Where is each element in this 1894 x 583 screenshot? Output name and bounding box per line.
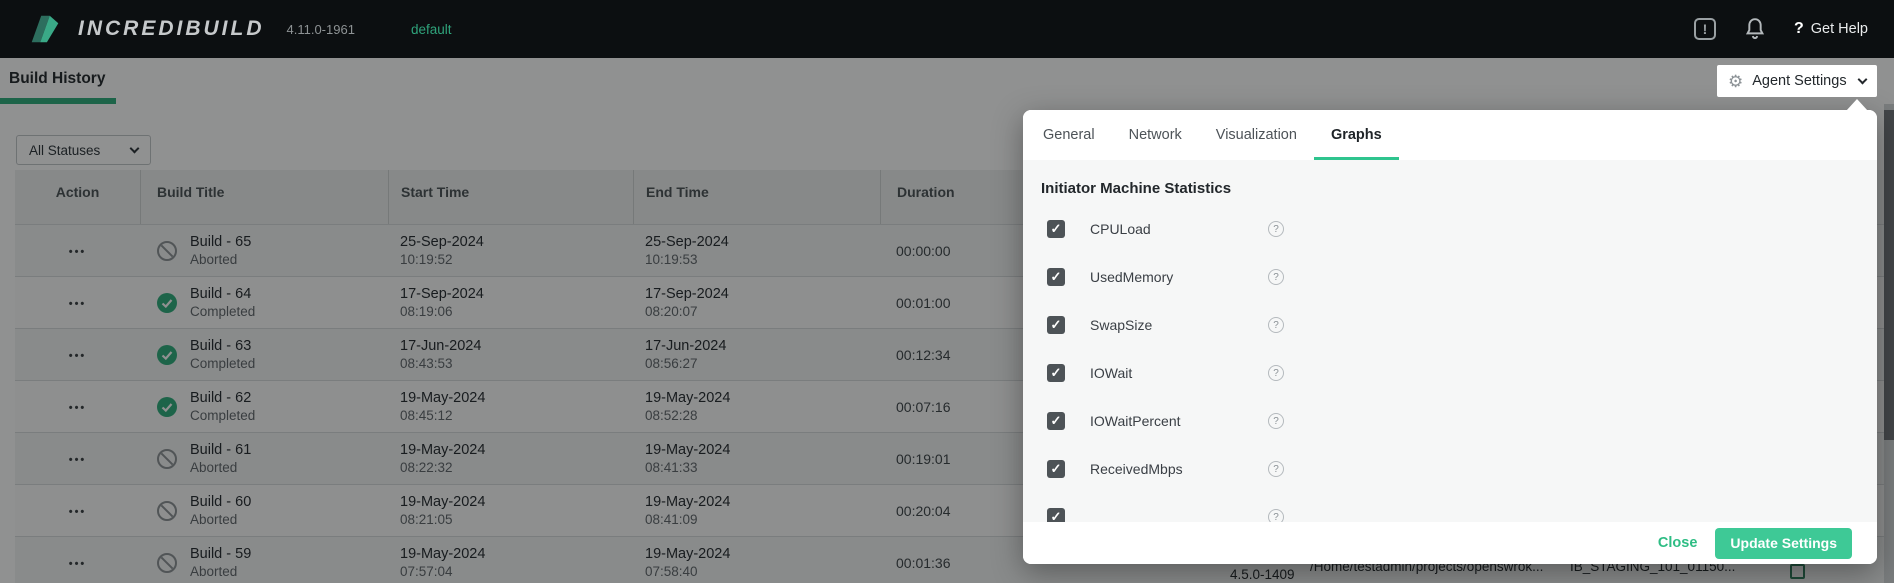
tab-general[interactable]: General	[1043, 110, 1095, 160]
app-version: 4.11.0-1961	[287, 22, 355, 37]
graph-option-usedmemory: ✓ UsedMemory ?	[1041, 253, 1361, 301]
tab-visualization[interactable]: Visualization	[1216, 110, 1297, 160]
checkbox-checked[interactable]: ✓	[1047, 460, 1065, 478]
incredibuild-logo: INCREDIBUILD 4.11.0-1961	[26, 10, 355, 48]
help-circle-icon[interactable]: ?	[1268, 365, 1284, 381]
section-title: Initiator Machine Statistics	[1041, 180, 1877, 197]
notifications-bell-icon[interactable]	[1744, 17, 1766, 41]
help-circle-icon[interactable]: ?	[1268, 317, 1284, 333]
environment-link[interactable]: default	[411, 22, 452, 37]
help-circle-icon[interactable]: ?	[1268, 461, 1284, 477]
agent-settings-panel: General Network Visualization Graphs Ini…	[1023, 110, 1877, 564]
graph-option-partial: ✓ ?	[1041, 493, 1361, 522]
update-settings-button[interactable]: Update Settings	[1715, 528, 1852, 559]
get-help-link[interactable]: ? Get Help	[1794, 20, 1868, 38]
graph-option-label: IOWaitPercent	[1090, 413, 1181, 429]
checkbox-checked[interactable]: ✓	[1047, 508, 1065, 522]
graphs-settings-body: Initiator Machine Statistics ✓ CPULoad ?…	[1023, 160, 1877, 522]
top-bar: INCREDIBUILD 4.11.0-1961 default ! ? Get…	[0, 0, 1894, 58]
graph-option-label: SwapSize	[1090, 317, 1152, 333]
checkbox-checked[interactable]: ✓	[1047, 220, 1065, 238]
app-root: INCREDIBUILD 4.11.0-1961 default ! ? Get…	[0, 0, 1894, 583]
close-button[interactable]: Close	[1658, 535, 1698, 551]
checkbox-checked[interactable]: ✓	[1047, 316, 1065, 334]
help-circle-icon[interactable]: ?	[1268, 221, 1284, 237]
chevron-down-icon	[1858, 74, 1868, 84]
incredibuild-arrow-icon	[26, 10, 64, 48]
popover-caret	[1846, 99, 1868, 111]
gear-icon: ⚙	[1728, 73, 1743, 90]
tab-network[interactable]: Network	[1129, 110, 1182, 160]
graph-option-receivedmbps: ✓ ReceivedMbps ?	[1041, 445, 1361, 493]
checkbox-checked[interactable]: ✓	[1047, 364, 1065, 382]
help-question-icon: ?	[1794, 20, 1804, 38]
alerts-icon[interactable]: !	[1694, 18, 1716, 40]
help-circle-icon[interactable]: ?	[1268, 269, 1284, 285]
brand-name: INCREDIBUILD	[78, 17, 265, 41]
settings-footer: Close Update Settings	[1023, 522, 1877, 564]
graph-option-label: CPULoad	[1090, 221, 1151, 237]
graph-option-cpuload: ✓ CPULoad ?	[1041, 205, 1361, 253]
agent-settings-label: Agent Settings	[1752, 73, 1846, 89]
agent-settings-button[interactable]: ⚙ Agent Settings	[1717, 65, 1877, 97]
graph-option-label: IOWait	[1090, 365, 1132, 381]
graph-option-label: ReceivedMbps	[1090, 461, 1183, 477]
checkbox-checked[interactable]: ✓	[1047, 268, 1065, 286]
graph-option-iowaitpercent: ✓ IOWaitPercent ?	[1041, 397, 1361, 445]
graph-option-label: UsedMemory	[1090, 269, 1173, 285]
graph-option-swapsize: ✓ SwapSize ?	[1041, 301, 1361, 349]
get-help-label: Get Help	[1811, 21, 1868, 37]
tab-graphs[interactable]: Graphs	[1331, 110, 1382, 160]
checkbox-checked[interactable]: ✓	[1047, 412, 1065, 430]
topbar-actions: ! ? Get Help	[1694, 17, 1868, 41]
settings-tab-bar: General Network Visualization Graphs	[1023, 110, 1877, 160]
graph-option-iowait: ✓ IOWait ?	[1041, 349, 1361, 397]
help-circle-icon[interactable]: ?	[1268, 413, 1284, 429]
help-circle-icon[interactable]: ?	[1268, 509, 1284, 522]
